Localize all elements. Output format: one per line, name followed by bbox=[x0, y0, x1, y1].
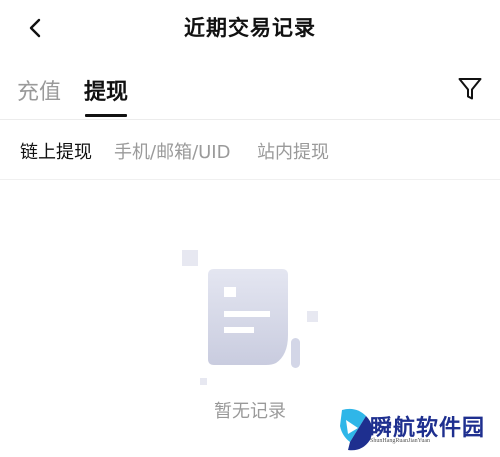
tabs-divider bbox=[0, 119, 500, 120]
withdraw-method-tabs: 链上提现 手机/邮箱/UID 站内提现 bbox=[0, 122, 500, 178]
tab-deposit[interactable]: 充值 bbox=[17, 74, 61, 106]
subtab-onchain[interactable]: 链上提现 bbox=[20, 138, 92, 164]
page-title: 近期交易记录 bbox=[184, 16, 316, 40]
filter-button[interactable] bbox=[455, 74, 485, 104]
transactions-page: 近期交易记录 充值 提现 链上提现 手机/邮箱/UID 站内提现 暂无记录 瞬航… bbox=[0, 0, 500, 457]
watermark-logo: 瞬航软件园 ShunHangRuanJianYuan bbox=[336, 404, 496, 454]
type-tabs: 充值 提现 bbox=[0, 62, 500, 120]
watermark-subtitle: ShunHangRuanJianYuan bbox=[370, 438, 430, 444]
top-nav-bar: 近期交易记录 bbox=[0, 0, 500, 56]
tab-withdraw[interactable]: 提现 bbox=[84, 74, 128, 106]
subtab-phone-email-uid[interactable]: 手机/邮箱/UID bbox=[114, 138, 230, 164]
funnel-filter-icon bbox=[458, 78, 482, 100]
empty-document-icon bbox=[182, 250, 318, 385]
subtab-internal[interactable]: 站内提现 bbox=[257, 138, 329, 164]
active-tab-indicator bbox=[85, 114, 127, 117]
